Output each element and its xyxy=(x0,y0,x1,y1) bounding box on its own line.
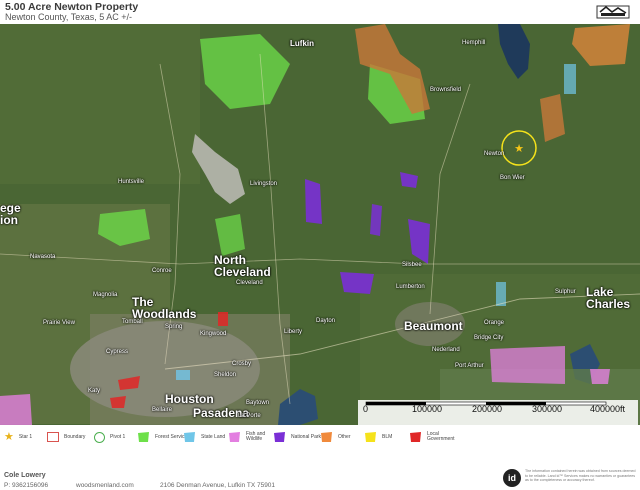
place-label-magnolia: Magnolia xyxy=(93,292,118,298)
legend-label: Pivot 1 xyxy=(110,434,126,440)
legend-item-state-land: State Land xyxy=(183,431,225,443)
place-label-beaumont: Beaumont xyxy=(404,319,463,333)
place-label-sheldon: Sheldon xyxy=(214,372,237,378)
legend-item-pivot: Pivot 1 xyxy=(94,431,125,443)
place-label-prairie-view: Prairie View xyxy=(43,320,75,326)
other-swatch xyxy=(321,432,332,442)
legend-item-blm: BLM xyxy=(364,431,392,443)
scale-label-200000: 200000 xyxy=(472,404,503,414)
place-label-sulphur: Sulphur xyxy=(555,289,576,295)
place-label-lufkin: Lufkin xyxy=(290,39,314,48)
scale-label-0: 0 xyxy=(363,404,369,414)
fish-wildlife-area xyxy=(590,369,610,384)
place-label-crosby: Crosby xyxy=(232,361,252,367)
local-government-area xyxy=(110,396,126,408)
page-subtitle: Newton County, Texas, 5 AC +/- xyxy=(5,12,132,22)
legend-label: Other xyxy=(338,434,351,440)
place-label-houston: Houston xyxy=(165,392,214,406)
brand-logo xyxy=(596,5,630,19)
place-label-katy: Katy xyxy=(88,388,101,394)
national-park-swatch xyxy=(274,432,285,442)
satellite-map[interactable]: ★ Lufkin Hemphill Brownsfield Huntsville… xyxy=(0,24,640,425)
agent-address: 2106 Denman Avenue, Lufkin TX 75901 xyxy=(160,482,276,489)
place-label-hemphill: Hemphill xyxy=(462,40,486,46)
state-land-area xyxy=(496,282,506,306)
place-label-la-porte: La Porte xyxy=(238,413,261,419)
star-icon: ★ xyxy=(514,142,524,155)
legend-item-fish-wildlife: Fish and Wildlife xyxy=(228,431,270,443)
scale-label-100000: 100000 xyxy=(412,404,443,414)
agent-name: Cole Lowery xyxy=(4,472,46,479)
disclaimer-text: The information contained herein was obt… xyxy=(525,469,636,483)
legend-label: Forest Servic xyxy=(155,434,185,440)
national-park-area xyxy=(340,272,374,294)
forest-service-swatch xyxy=(138,432,149,442)
place-label-ege: ege ion xyxy=(0,201,21,227)
legend-item-forest-service: Forest Servic xyxy=(137,431,184,443)
place-label-cleveland: Cleveland xyxy=(236,280,263,286)
state-land-area xyxy=(564,64,576,94)
legend-item-local-government: Local Government xyxy=(409,431,455,443)
place-label-lumberton: Lumberton xyxy=(396,284,425,290)
place-label-spring: Spring xyxy=(165,324,183,330)
header: 5.00 Acre Newton Property Newton County,… xyxy=(0,0,640,24)
place-label-north-cleveland: North Cleveland xyxy=(214,253,271,279)
place-label-orange: Orange xyxy=(484,320,505,326)
place-label-baytown: Baytown xyxy=(246,400,270,406)
legend-item-star: ★ Star 1 xyxy=(4,431,32,443)
state-land-area xyxy=(176,370,190,380)
place-label-bon-wier: Bon Wier xyxy=(500,175,525,181)
map-terrain: ★ xyxy=(0,24,640,425)
legend-label: Boundary xyxy=(64,434,86,440)
place-label-kingwood: Kingwood xyxy=(200,331,227,337)
place-label-nederland: Nederland xyxy=(432,347,460,353)
legend-label: Star 1 xyxy=(18,434,33,440)
legend-label: Local Government xyxy=(427,430,455,442)
local-government-area xyxy=(218,312,228,326)
place-label-huntsville: Huntsville xyxy=(118,179,145,185)
scale-bar: 0 100000 200000 300000 400000ft xyxy=(358,400,638,425)
national-park-area xyxy=(370,204,382,236)
land-id-logo: id xyxy=(503,469,521,487)
legend-label: Fish and Wildlife xyxy=(246,430,266,442)
legend-item-boundary: Boundary xyxy=(47,431,85,443)
place-label-lake-charles: Lake Charles xyxy=(586,285,631,311)
agent-phone: P: 9362156096 xyxy=(4,482,49,489)
place-label-bridge-city: Bridge City xyxy=(474,335,504,341)
national-park-area xyxy=(305,179,322,224)
place-label-silsbee: Silsbee xyxy=(402,262,422,268)
local-government-swatch xyxy=(410,432,421,442)
scale-label-300000: 300000 xyxy=(532,404,563,414)
legend-label: National Park xyxy=(291,434,322,440)
place-label-brownsfield: Brownsfield xyxy=(430,87,462,93)
place-label-dayton: Dayton xyxy=(316,318,336,324)
place-label-cypress: Cypress xyxy=(106,349,129,355)
legend-label: BLM xyxy=(382,434,393,440)
place-label-the-woodlands: The Woodlands xyxy=(132,295,197,321)
star-icon: ★ xyxy=(4,431,14,443)
circle-icon xyxy=(94,431,105,443)
legend-item-national-park: National Park xyxy=(273,431,321,443)
map-legend: ★ Star 1 Boundary Pivot 1 Forest Servic … xyxy=(0,425,640,447)
legend-label: State Land xyxy=(201,434,226,440)
website-link[interactable]: woodsmenland.com xyxy=(76,482,134,489)
scale-label-400000: 400000ft xyxy=(590,404,626,414)
fish-wildlife-area xyxy=(490,346,565,384)
place-label-liberty: Liberty xyxy=(284,329,303,335)
place-label-newton: Newton xyxy=(484,151,505,157)
place-label-bellaire: Bellaire xyxy=(152,407,173,413)
fish-wildlife-swatch xyxy=(229,432,240,442)
fish-wildlife-area xyxy=(0,394,32,425)
place-label-navasota: Navasota xyxy=(30,254,56,260)
place-label-tomball: Tomball xyxy=(122,319,143,325)
place-label-livingston: Livingston xyxy=(250,181,278,187)
place-label-conroe: Conroe xyxy=(152,268,172,274)
legend-item-other: Other xyxy=(320,431,351,443)
blm-swatch xyxy=(365,432,376,442)
map-page: 5.00 Acre Newton Property Newton County,… xyxy=(0,0,640,490)
boundary-icon xyxy=(47,432,59,442)
place-label-port-arthur: Port Arthur xyxy=(455,363,484,369)
state-land-swatch xyxy=(184,432,195,442)
